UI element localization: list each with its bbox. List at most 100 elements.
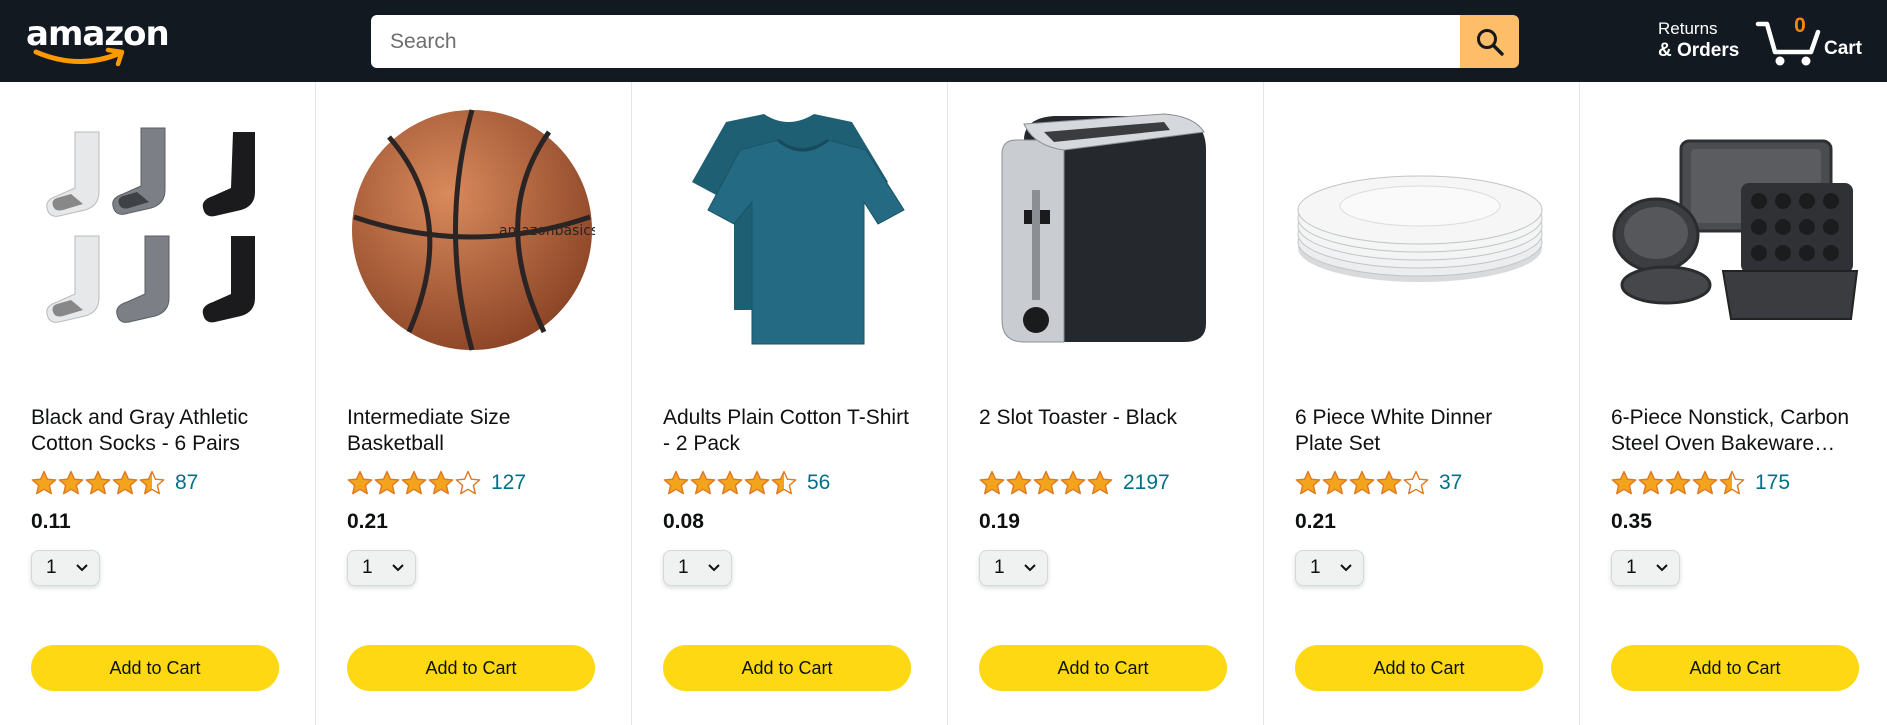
star-icon	[85, 470, 111, 495]
quantity-select[interactable]: 1	[31, 550, 100, 586]
product-price: 0.21	[1295, 510, 1336, 533]
product-name: Intermediate Size Basketball	[347, 406, 511, 455]
product-image-socks[interactable]	[31, 124, 281, 336]
star-icon	[1692, 470, 1718, 495]
star-icon	[690, 470, 716, 495]
product-image-bakeware[interactable]	[1611, 124, 1861, 336]
rating-count-link[interactable]: 87	[175, 471, 198, 495]
cart-count-badge: 0	[1794, 14, 1806, 37]
star-icon	[112, 470, 138, 495]
product-image-plates[interactable]	[1295, 124, 1545, 336]
star-icon	[1060, 470, 1086, 495]
product-name: Black and Gray Athletic Cotton Socks - 6…	[31, 406, 249, 455]
search-button[interactable]	[1460, 15, 1519, 68]
product-rating: 87	[31, 468, 198, 498]
product-card: 6 Piece White Dinner Plate Set 37 0.21 1…	[1264, 82, 1580, 725]
rating-count-link[interactable]: 2197	[1123, 471, 1170, 495]
product-image-tshirt[interactable]	[663, 114, 913, 345]
add-to-cart-button[interactable]: Add to Cart	[663, 645, 911, 691]
product-image-toaster[interactable]	[979, 113, 1229, 343]
quantity-select[interactable]: 1	[1295, 550, 1364, 586]
logo-smile-arrow-icon	[33, 47, 125, 67]
product-card: Black and Gray Athletic Cotton Socks - 6…	[0, 82, 316, 725]
star-icon	[1665, 470, 1691, 495]
star-icon	[1403, 470, 1429, 495]
add-to-cart-button[interactable]: Add to Cart	[979, 645, 1227, 691]
amazon-logo[interactable]: amazon	[26, 14, 170, 67]
product-name: 2 Slot Toaster - Black	[979, 406, 1178, 429]
product-image-basketball[interactable]: amazonbasics	[347, 109, 597, 351]
chevron-down-icon	[392, 564, 404, 572]
product-rating: 37	[1295, 468, 1462, 498]
star-icon	[1349, 470, 1375, 495]
star-icon	[1006, 470, 1032, 495]
product-grid: Black and Gray Athletic Cotton Socks - 6…	[0, 82, 1887, 725]
star-icon	[428, 470, 454, 495]
star-icon	[1611, 470, 1637, 495]
quantity-value: 1	[362, 557, 373, 578]
rating-count-link[interactable]: 56	[807, 471, 830, 495]
top-navigation-bar: amazon Returns & Orders 0 Cart	[0, 0, 1887, 82]
chevron-down-icon	[708, 564, 720, 572]
quantity-select[interactable]: 1	[663, 550, 732, 586]
add-to-cart-button[interactable]: Add to Cart	[1295, 645, 1543, 691]
star-icon	[1087, 470, 1113, 495]
product-price: 0.35	[1611, 510, 1652, 533]
star-icon	[771, 470, 797, 495]
chevron-down-icon	[1024, 564, 1036, 572]
product-price: 0.11	[31, 510, 71, 533]
search-bar	[371, 15, 1519, 68]
star-icon	[663, 470, 689, 495]
star-icon	[1719, 470, 1745, 495]
star-icon	[374, 470, 400, 495]
product-price: 0.21	[347, 510, 388, 533]
quantity-select[interactable]: 1	[979, 550, 1048, 586]
star-icon	[401, 470, 427, 495]
quantity-select[interactable]: 1	[1611, 550, 1680, 586]
quantity-value: 1	[678, 557, 689, 578]
quantity-select[interactable]: 1	[347, 550, 416, 586]
cart-label: Cart	[1824, 38, 1863, 59]
add-to-cart-button[interactable]: Add to Cart	[347, 645, 595, 691]
product-rating: 175	[1611, 468, 1790, 498]
search-input[interactable]	[371, 15, 1460, 68]
star-rating-icon	[1295, 470, 1430, 496]
product-card: amazonbasics Intermediate Size Basketbal…	[316, 82, 632, 725]
quantity-value: 1	[994, 557, 1005, 578]
product-rating: 56	[663, 468, 830, 498]
returns-and-orders-link[interactable]: Returns & Orders	[1658, 18, 1739, 63]
star-icon	[31, 470, 57, 495]
quantity-value: 1	[1310, 557, 1321, 578]
product-rating: 2197	[979, 468, 1170, 498]
product-name: Adults Plain Cotton T-Shirt - 2 Pack	[663, 406, 909, 455]
chevron-down-icon	[76, 564, 88, 572]
star-icon	[744, 470, 770, 495]
orders-label: & Orders	[1658, 40, 1740, 61]
rating-count-link[interactable]: 175	[1755, 471, 1790, 495]
star-icon	[1033, 470, 1059, 495]
add-to-cart-button[interactable]: Add to Cart	[31, 645, 279, 691]
product-card: 6-Piece Nonstick, Carbon Steel Oven Bake…	[1580, 82, 1887, 725]
star-icon	[1376, 470, 1402, 495]
star-icon	[347, 470, 373, 495]
add-to-cart-button[interactable]: Add to Cart	[1611, 645, 1859, 691]
star-icon	[139, 470, 165, 495]
product-rating: 127	[347, 468, 526, 498]
product-card: Adults Plain Cotton T-Shirt - 2 Pack 56 …	[632, 82, 948, 725]
cart-link[interactable]: 0 Cart	[1755, 14, 1875, 70]
chevron-down-icon	[1340, 564, 1352, 572]
star-icon	[1638, 470, 1664, 495]
rating-count-link[interactable]: 37	[1439, 471, 1462, 495]
product-price: 0.19	[979, 510, 1020, 533]
quantity-value: 1	[46, 557, 57, 578]
product-price: 0.08	[663, 510, 704, 533]
chevron-down-icon	[1656, 564, 1668, 572]
socks-image	[46, 127, 255, 323]
star-rating-icon	[979, 470, 1114, 496]
quantity-value: 1	[1626, 557, 1637, 578]
star-rating-icon	[347, 470, 482, 496]
rating-count-link[interactable]: 127	[491, 471, 526, 495]
star-icon	[455, 470, 481, 495]
returns-label: Returns	[1658, 19, 1718, 38]
star-rating-icon	[663, 470, 798, 496]
